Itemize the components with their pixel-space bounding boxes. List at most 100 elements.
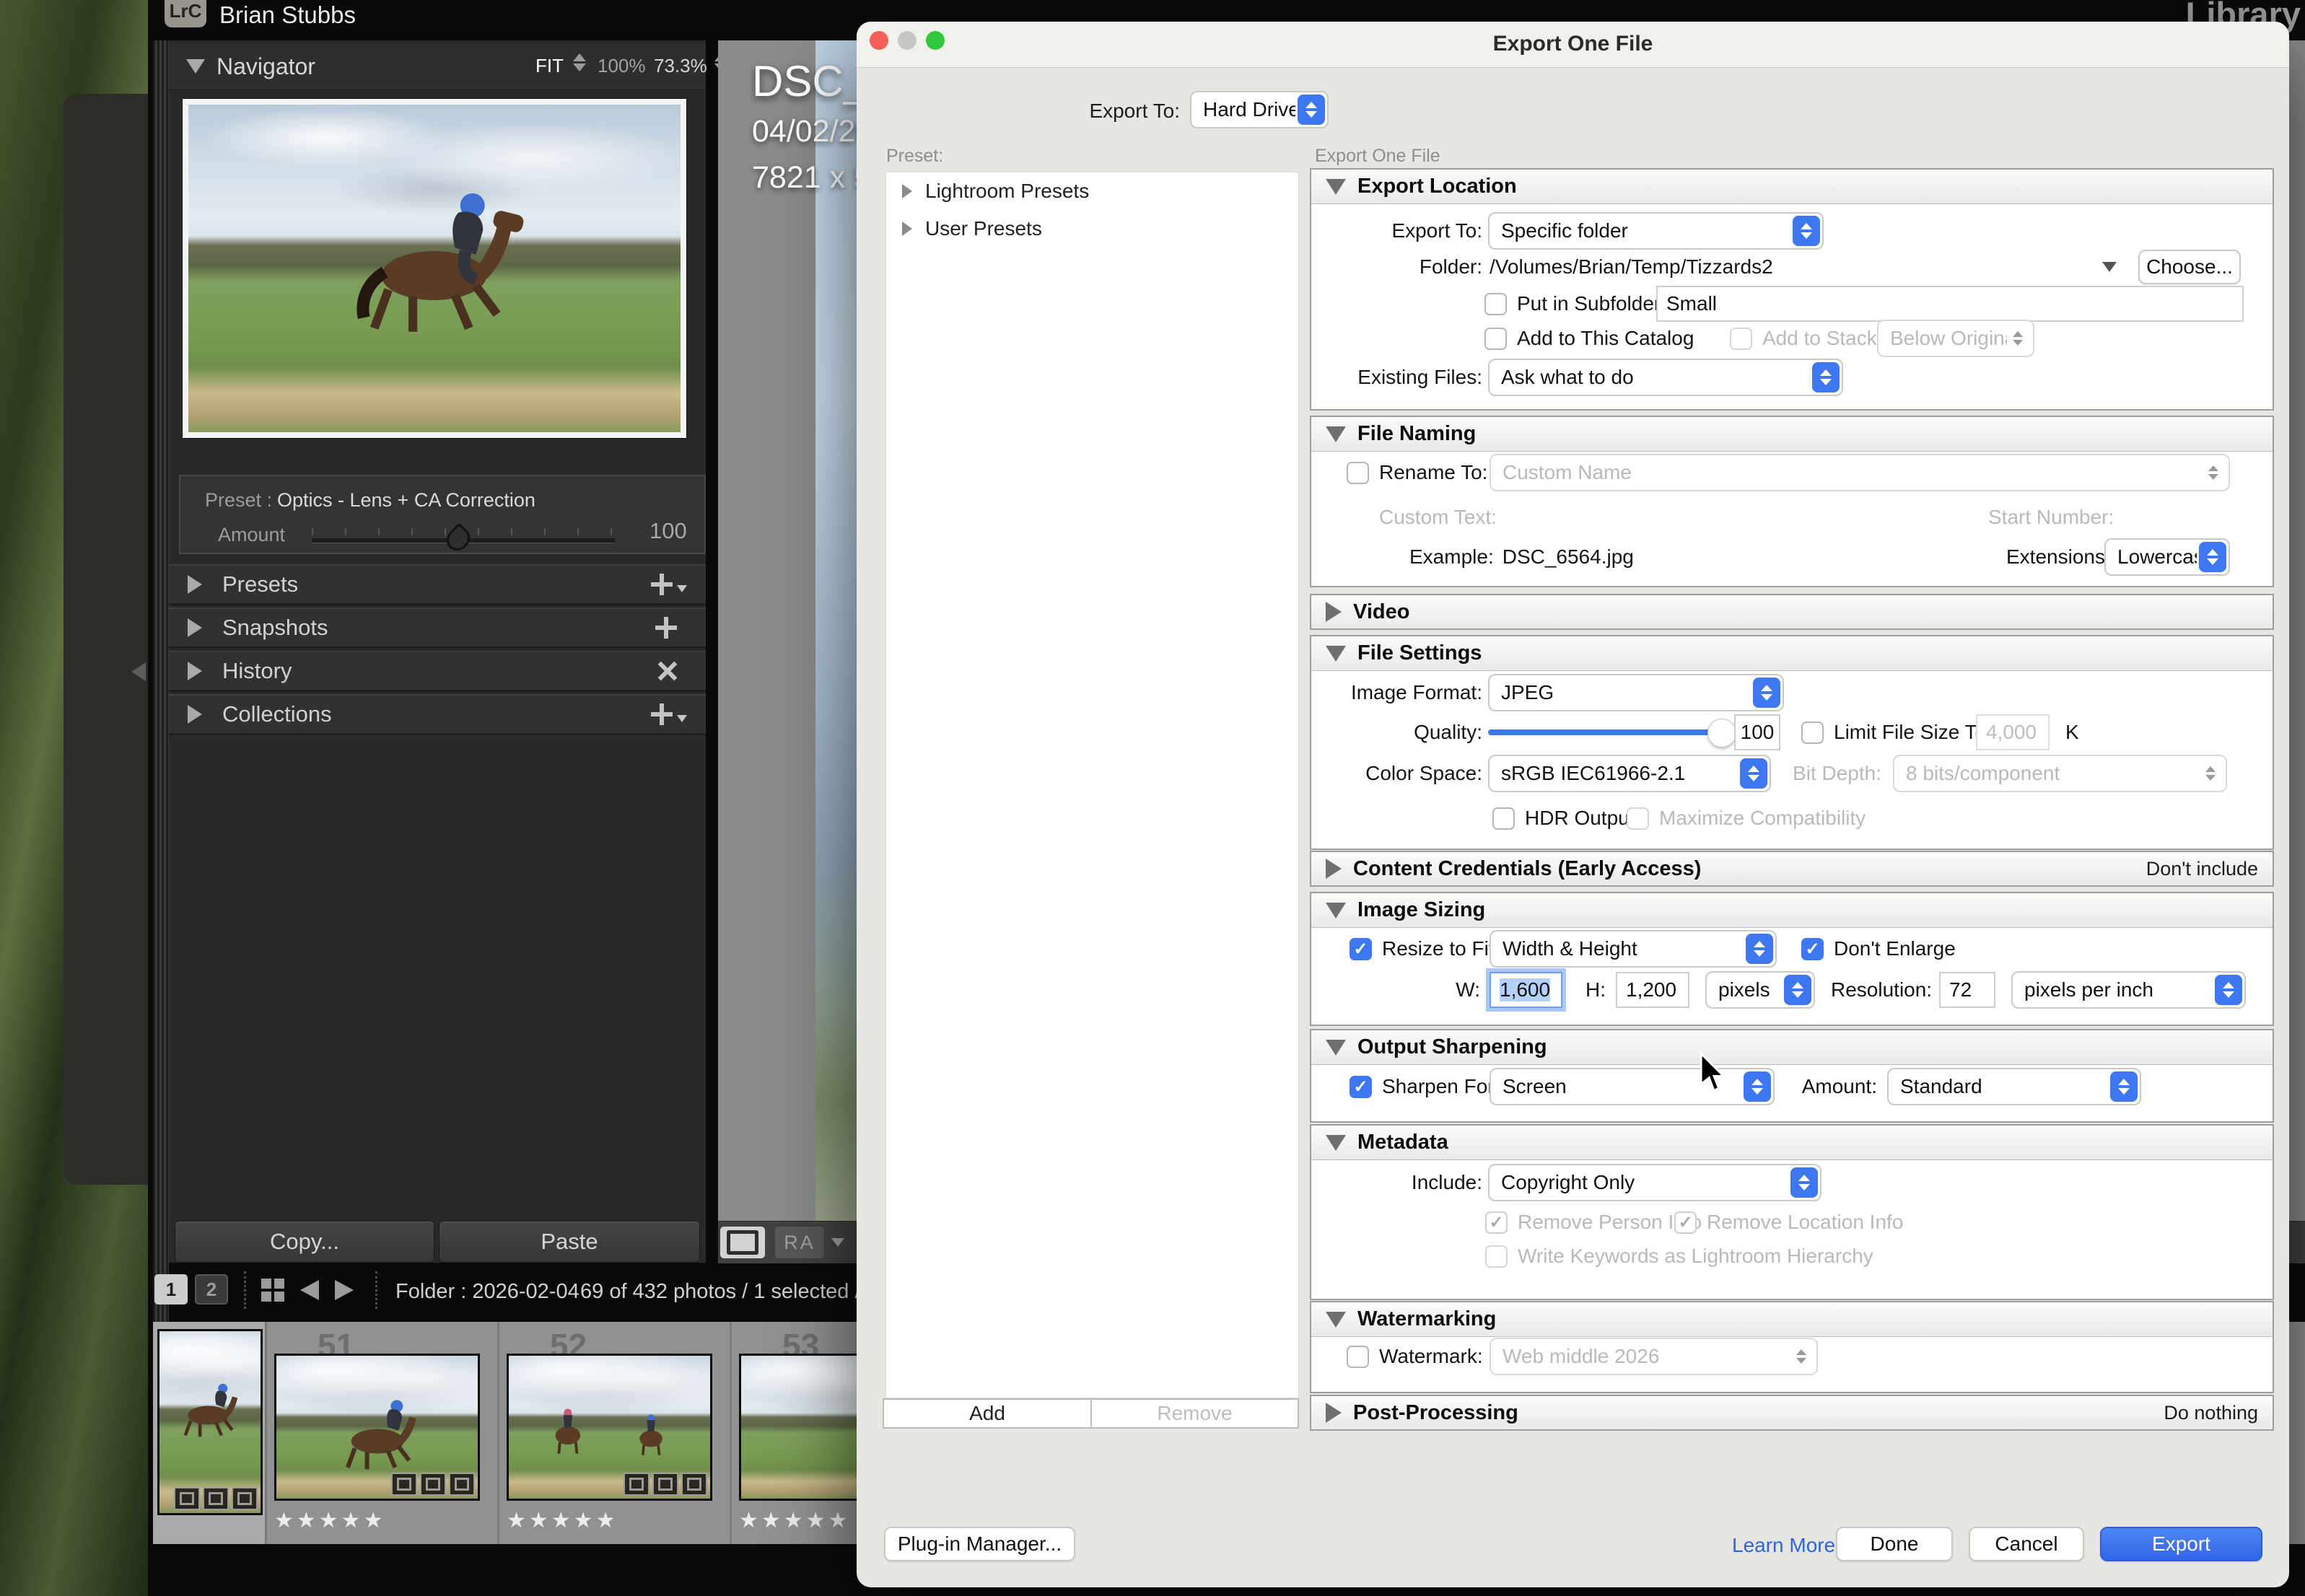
quality-slider-knob[interactable] bbox=[1707, 719, 1736, 747]
clear-history-icon[interactable] bbox=[657, 661, 677, 681]
folder-history-arrow-icon[interactable] bbox=[2102, 248, 2117, 286]
preset-group-user[interactable]: User Presets bbox=[886, 210, 1298, 247]
dialog-titlebar[interactable]: Export One File bbox=[857, 22, 2289, 68]
settings-badge-icon[interactable] bbox=[391, 1473, 417, 1496]
watermark-checkbox[interactable]: ✓ bbox=[1347, 1346, 1369, 1368]
crop-badge-icon[interactable] bbox=[203, 1487, 229, 1510]
add-to-catalog-checkbox[interactable]: ✓ bbox=[1484, 328, 1507, 350]
section-header[interactable]: Output Sharpening bbox=[1311, 1030, 2273, 1065]
learn-more-link[interactable]: Learn More bbox=[1732, 1534, 1835, 1557]
section-header[interactable]: File Naming bbox=[1311, 417, 2273, 452]
navigator-header[interactable]: Navigator FIT 100% 73.3% bbox=[169, 43, 706, 90]
star-rating[interactable]: ★★★★★ bbox=[274, 1508, 385, 1533]
panel-resize-grip[interactable] bbox=[153, 40, 169, 1544]
section-header[interactable]: File Settings bbox=[1311, 636, 2273, 671]
navigator-fit[interactable]: FIT bbox=[535, 55, 564, 77]
add-to-stack-select[interactable]: Below Original bbox=[1877, 320, 2034, 357]
size-unit-select[interactable]: pixels bbox=[1705, 971, 1815, 1009]
paste-button[interactable]: Paste bbox=[439, 1221, 700, 1263]
limit-file-size-field[interactable]: 4,000 bbox=[1976, 714, 2050, 750]
sharpen-for-checkbox[interactable]: ✓ bbox=[1350, 1076, 1372, 1098]
preset-group-lightroom[interactable]: Lightroom Presets bbox=[886, 172, 1298, 210]
remove-location-checkbox[interactable]: ✓ bbox=[1674, 1211, 1697, 1234]
extensions-select[interactable]: Lowercase bbox=[2104, 538, 2230, 576]
remove-person-checkbox[interactable]: ✓ bbox=[1485, 1211, 1508, 1234]
dont-enlarge-checkbox[interactable]: ✓ bbox=[1801, 938, 1824, 960]
primary-monitor-button[interactable]: 1 bbox=[154, 1274, 188, 1305]
exposure-badge-icon[interactable] bbox=[449, 1473, 475, 1496]
existing-files-select[interactable]: Ask what to do bbox=[1488, 359, 1843, 396]
fit-stepper-icon[interactable] bbox=[573, 53, 586, 71]
crop-badge-icon[interactable] bbox=[420, 1473, 446, 1496]
section-header[interactable]: Watermarking bbox=[1311, 1302, 2273, 1337]
plugin-manager-button[interactable]: Plug-in Manager... bbox=[884, 1527, 1075, 1561]
filmstrip-folder-label[interactable]: Folder : 2026-02-04 bbox=[395, 1280, 579, 1304]
maximize-compat-checkbox[interactable]: ✓ bbox=[1627, 807, 1649, 830]
resize-to-fit-checkbox[interactable]: ✓ bbox=[1350, 938, 1372, 960]
subfolder-field[interactable]: Small bbox=[1656, 286, 2244, 322]
thumbnail-51[interactable] bbox=[274, 1354, 480, 1501]
navigator-zoom-ratio[interactable]: 73.3% bbox=[654, 55, 707, 77]
export-to-folder-select[interactable]: Specific folder bbox=[1488, 212, 1824, 250]
color-space-select[interactable]: sRGB IEC61966-2.1 bbox=[1488, 755, 1771, 792]
export-button[interactable]: Export bbox=[2100, 1527, 2262, 1561]
exposure-badge-icon[interactable] bbox=[232, 1487, 258, 1510]
put-in-subfolder-checkbox[interactable]: ✓ bbox=[1484, 293, 1507, 315]
quality-slider[interactable] bbox=[1488, 729, 1725, 735]
resolution-field[interactable]: 72 bbox=[1939, 972, 1995, 1008]
rename-template-select[interactable]: Custom Name bbox=[1490, 454, 2230, 491]
resolution-unit-select[interactable]: pixels per inch bbox=[2011, 971, 2246, 1009]
crop-badge-icon[interactable] bbox=[652, 1473, 678, 1496]
write-keywords-checkbox[interactable]: ✓ bbox=[1485, 1245, 1508, 1268]
width-field[interactable]: 1,600 bbox=[1490, 972, 1562, 1008]
section-header[interactable]: Post-ProcessingDo nothing bbox=[1311, 1396, 2273, 1429]
sharpen-amount-select[interactable]: Standard bbox=[1887, 1068, 2141, 1105]
cancel-button[interactable]: Cancel bbox=[1969, 1527, 2084, 1561]
section-header[interactable]: Video bbox=[1311, 595, 2273, 628]
choose-button[interactable]: Choose... bbox=[2138, 250, 2241, 284]
previous-photo-icon[interactable] bbox=[300, 1280, 319, 1300]
add-to-stack-checkbox[interactable]: ✓ bbox=[1730, 328, 1752, 350]
resize-mode-select[interactable]: Width & Height bbox=[1490, 930, 1777, 968]
navigator-preview[interactable] bbox=[182, 98, 687, 439]
bit-depth-select[interactable]: 8 bits/component bbox=[1893, 755, 2227, 792]
done-button[interactable]: Done bbox=[1836, 1527, 1953, 1561]
limit-file-size-checkbox[interactable]: ✓ bbox=[1801, 722, 1824, 744]
section-header[interactable]: Export Location bbox=[1311, 170, 2273, 204]
panel-collections[interactable]: Collections bbox=[169, 694, 706, 735]
add-preset-button[interactable]: Add bbox=[883, 1398, 1092, 1429]
settings-badge-icon[interactable] bbox=[624, 1473, 649, 1496]
rename-to-checkbox[interactable]: ✓ bbox=[1347, 462, 1369, 484]
navigator-zoom-100[interactable]: 100% bbox=[598, 55, 646, 77]
copy-button[interactable]: Copy... bbox=[175, 1221, 434, 1263]
thumbnail-52[interactable] bbox=[507, 1354, 712, 1501]
section-header[interactable]: Metadata bbox=[1311, 1126, 2273, 1160]
remove-preset-button[interactable]: Remove bbox=[1092, 1398, 1299, 1429]
exposure-badge-icon[interactable] bbox=[681, 1473, 707, 1496]
settings-badge-icon[interactable] bbox=[174, 1487, 200, 1510]
panel-snapshots[interactable]: Snapshots bbox=[169, 608, 706, 649]
metadata-include-select[interactable]: Copyright Only bbox=[1488, 1164, 1821, 1201]
add-preset-icon[interactable] bbox=[651, 574, 687, 595]
panel-history[interactable]: History bbox=[169, 651, 706, 692]
image-format-select[interactable]: JPEG bbox=[1488, 674, 1784, 711]
height-field[interactable]: 1,200 bbox=[1616, 972, 1689, 1008]
secondary-monitor-button[interactable]: 2 bbox=[195, 1274, 228, 1305]
panel-collapse-arrow-icon[interactable] bbox=[131, 662, 146, 681]
quality-value[interactable]: 100 bbox=[1734, 714, 1780, 750]
next-photo-icon[interactable] bbox=[335, 1280, 354, 1300]
grid-icon[interactable] bbox=[261, 1279, 284, 1302]
section-header[interactable]: Content Credentials (Early Access)Don't … bbox=[1311, 852, 2273, 885]
section-header[interactable]: Image Sizing bbox=[1311, 893, 2273, 928]
hdr-output-checkbox[interactable]: ✓ bbox=[1492, 807, 1515, 830]
toolbar-dropdown-arrow-icon[interactable] bbox=[831, 1238, 844, 1247]
export-to-select[interactable]: Hard Drive bbox=[1190, 91, 1329, 128]
add-snapshot-icon[interactable] bbox=[655, 617, 677, 639]
star-rating[interactable]: ★★★★★ bbox=[507, 1508, 618, 1533]
panel-presets[interactable]: Presets bbox=[169, 564, 706, 605]
thumbnail-selected[interactable] bbox=[157, 1329, 263, 1515]
watermark-select[interactable]: Web middle 2026 bbox=[1490, 1338, 1818, 1375]
grid-view-button[interactable] bbox=[720, 1227, 765, 1258]
star-rating[interactable]: ★★★★★ bbox=[739, 1508, 850, 1533]
sharpen-for-select[interactable]: Screen bbox=[1490, 1068, 1775, 1105]
